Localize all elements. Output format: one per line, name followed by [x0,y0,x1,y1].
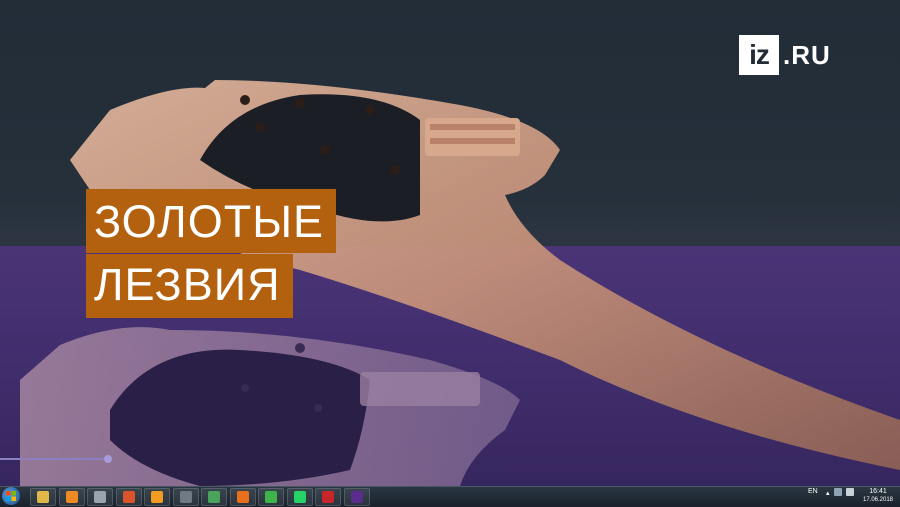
taskbar-app-button[interactable] [87,488,113,506]
filezilla-icon [322,491,334,503]
premiere-icon [350,491,363,503]
windows-logo-icon [6,491,16,501]
title-line-2: ЛЕЗВИЯ [86,254,293,318]
taskbar-app-button[interactable] [229,488,256,506]
clock-time: 16:41 [869,488,887,495]
taskbar-app-button[interactable] [115,488,142,506]
vlc-icon [151,491,163,503]
volume-icon[interactable] [846,488,854,496]
language-indicator[interactable]: EN [808,488,818,495]
title-line-1: ЗОЛОТЫЕ [86,189,337,253]
media-player-icon [65,491,78,503]
slides-icon [122,491,135,503]
playback-progress-handle[interactable] [104,455,112,463]
show-hidden-icons-icon[interactable]: ▴ [826,489,830,497]
taskbar-app-button[interactable] [144,488,170,506]
taskbar-app-button[interactable] [30,488,56,506]
iz-ru-logo: iz .RU [739,35,831,75]
taskbar-app-button[interactable] [343,488,370,506]
paint-icon [208,491,220,503]
logo-box: iz [739,35,779,75]
taskbar-app-button[interactable] [258,488,284,506]
tool-icon [94,491,106,503]
logo-domain: .RU [783,39,831,70]
taskbar-app-button[interactable] [201,488,227,506]
playback-progress-bar[interactable] [0,458,108,460]
taskbar-app-button[interactable] [58,488,85,506]
taskbar-app-button[interactable] [172,488,199,506]
taskbar-app-button[interactable] [286,488,313,506]
start-button[interactable] [2,487,20,505]
windows-explorer-icon [37,491,49,503]
firefox-icon [236,491,249,503]
video-frame[interactable]: iz .RU ЗОЛОТЫЕ ЛЕЗВИЯ [0,0,900,486]
clover-icon [265,491,277,503]
clock-date: 17.06.2018 [862,497,894,503]
taskbar-app-button[interactable] [315,488,341,506]
whatsapp-icon [293,491,306,503]
action-center-icon[interactable] [834,488,842,496]
taskbar-clock[interactable]: 16:41 17.06.2018 [858,487,898,504]
video-editor-icon [179,491,192,503]
